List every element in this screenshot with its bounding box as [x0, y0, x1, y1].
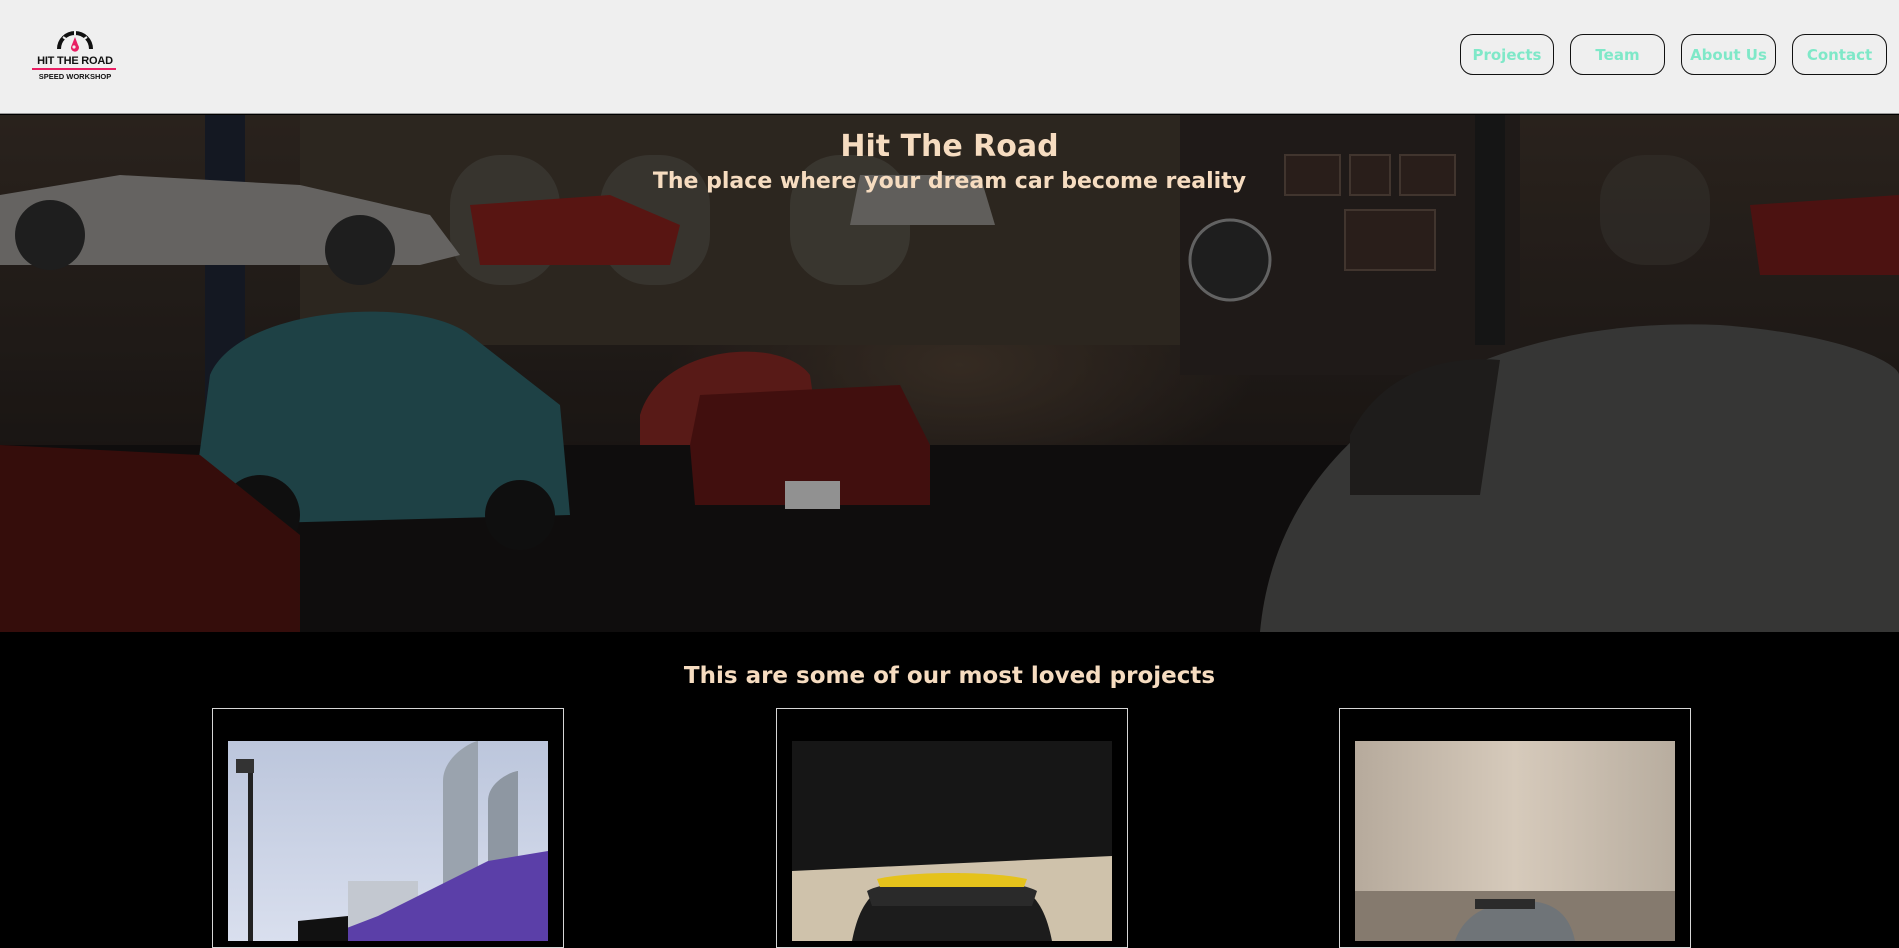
- project-card[interactable]: [1339, 708, 1691, 948]
- projects-heading: This are some of our most loved projects: [683, 663, 1216, 689]
- nav-about-us-button[interactable]: About Us: [1681, 34, 1776, 75]
- brand-name: HIT THE ROAD: [37, 55, 113, 67]
- hero-title: Hit The Road: [840, 129, 1059, 164]
- hero-banner: Hit The Road The place where your dream …: [0, 115, 1899, 632]
- project-image: [792, 741, 1112, 941]
- project-image: [1355, 741, 1675, 941]
- project-image: [228, 741, 548, 941]
- speedometer-icon: [57, 31, 93, 52]
- hero-subtitle: The place where your dream car become re…: [652, 169, 1247, 194]
- brand-tagline: SPEED WORKSHOP: [38, 72, 112, 81]
- project-card[interactable]: [212, 708, 564, 948]
- nav-team-button[interactable]: Team: [1570, 34, 1665, 75]
- nav-projects-button[interactable]: Projects: [1460, 34, 1554, 75]
- site-header: HIT THE ROAD SPEED WORKSHOP Projects Tea…: [0, 0, 1899, 114]
- project-card[interactable]: [776, 708, 1128, 948]
- brand-logo[interactable]: HIT THE ROAD SPEED WORKSHOP: [32, 25, 118, 83]
- nav-contact-button[interactable]: Contact: [1792, 34, 1887, 75]
- brand-accent-bar: [32, 68, 116, 70]
